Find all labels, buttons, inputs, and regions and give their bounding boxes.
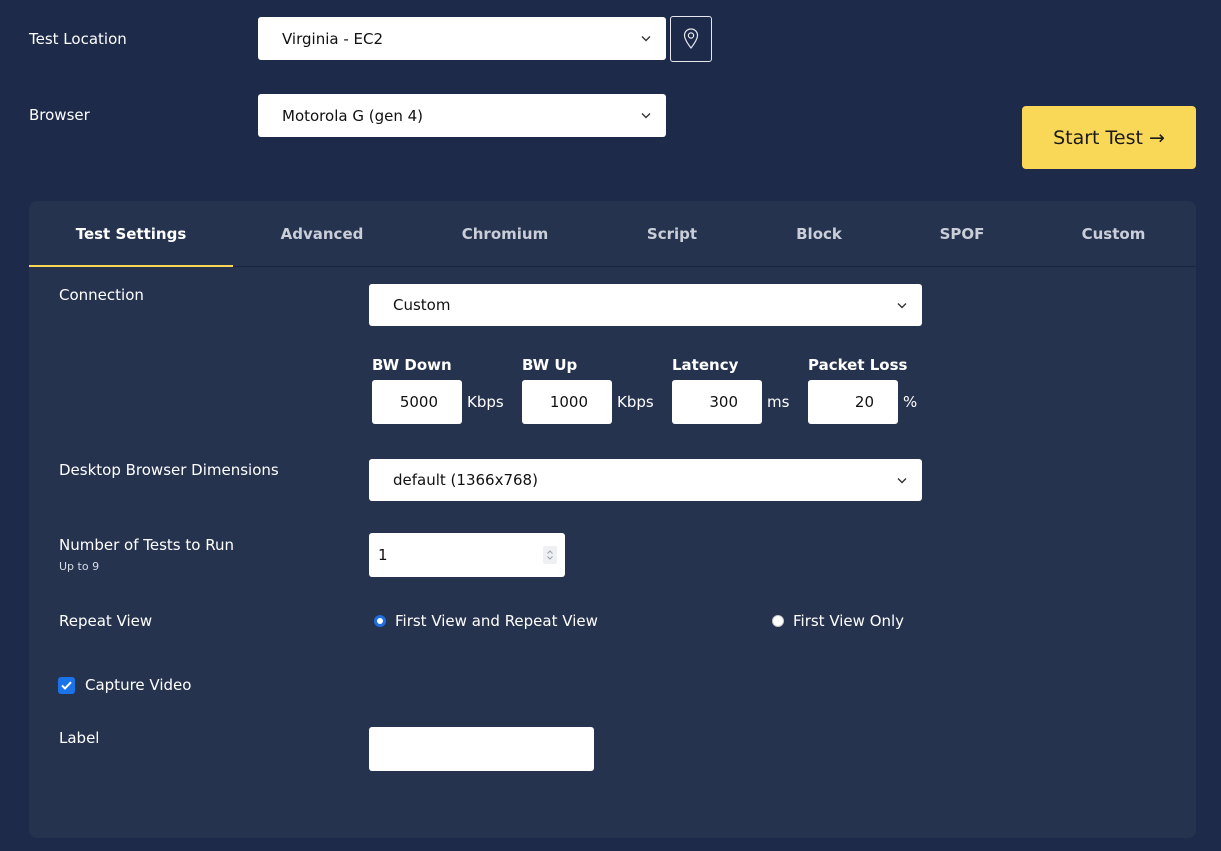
radio-first-and-repeat[interactable]: First View and Repeat View <box>374 612 598 630</box>
tab-block[interactable]: Block <box>745 201 893 266</box>
tab-chromium[interactable]: Chromium <box>411 201 599 266</box>
browser-label: Browser <box>29 106 90 124</box>
bw-up-input[interactable]: 1000 <box>522 380 612 424</box>
num-tests-sublabel: Up to 9 <box>59 560 100 573</box>
tab-custom[interactable]: Custom <box>1031 201 1196 266</box>
radio-first-only[interactable]: First View Only <box>772 612 904 630</box>
packet-loss-unit: % <box>903 393 918 411</box>
latency-input[interactable]: 300 <box>672 380 762 424</box>
chevron-down-icon <box>626 17 666 60</box>
test-location-label: Test Location <box>29 30 127 48</box>
browser-select[interactable]: Motorola G (gen 4) <box>258 94 666 137</box>
chevron-down-icon <box>626 94 666 137</box>
latency-header: Latency <box>672 356 739 374</box>
connection-select[interactable]: Custom <box>369 284 922 326</box>
capture-video-label: Capture Video <box>85 676 192 694</box>
dimensions-select[interactable]: default (1366x768) <box>369 459 922 501</box>
radio-first-and-repeat-label: First View and Repeat View <box>395 612 598 630</box>
latency-unit: ms <box>767 393 790 411</box>
spinner-icon[interactable] <box>543 546 557 564</box>
chevron-down-icon <box>882 459 922 501</box>
radio-unselected-icon[interactable] <box>772 615 784 627</box>
num-tests-input[interactable]: 1 <box>369 533 565 577</box>
dimensions-label: Desktop Browser Dimensions <box>59 461 279 479</box>
bw-down-header: BW Down <box>372 356 452 374</box>
bw-down-input[interactable]: 5000 <box>372 380 462 424</box>
start-test-button[interactable]: Start Test → <box>1022 106 1196 169</box>
repeat-view-label: Repeat View <box>59 612 153 630</box>
tab-script[interactable]: Script <box>599 201 745 266</box>
location-map-button[interactable] <box>670 16 712 62</box>
checkbox-checked-icon[interactable] <box>58 676 75 694</box>
test-location-value: Virginia - EC2 <box>282 29 384 48</box>
dimensions-value: default (1366x768) <box>393 471 538 489</box>
label-field-label: Label <box>59 729 100 747</box>
packet-loss-header: Packet Loss <box>808 356 908 374</box>
chevron-down-icon <box>882 284 922 326</box>
test-location-select[interactable]: Virginia - EC2 <box>258 17 666 60</box>
browser-value: Motorola G (gen 4) <box>282 106 423 125</box>
label-input[interactable] <box>369 727 594 771</box>
bw-up-header: BW Up <box>522 356 578 374</box>
tab-test-settings[interactable]: Test Settings <box>29 201 233 267</box>
connection-label: Connection <box>59 286 144 304</box>
connection-value: Custom <box>393 296 451 314</box>
capture-video-option[interactable]: Capture Video <box>58 676 191 694</box>
num-tests-label: Number of Tests to Run <box>59 536 234 554</box>
tab-spof[interactable]: SPOF <box>893 201 1031 266</box>
num-tests-value: 1 <box>378 546 388 564</box>
tab-advanced[interactable]: Advanced <box>233 201 411 266</box>
bw-down-unit: Kbps <box>467 393 504 411</box>
radio-selected-icon[interactable] <box>374 615 386 627</box>
tab-bar: Test Settings Advanced Chromium Script B… <box>29 201 1196 267</box>
bw-up-unit: Kbps <box>617 393 654 411</box>
radio-first-only-label: First View Only <box>793 612 905 630</box>
map-pin-icon <box>683 28 699 49</box>
packet-loss-input[interactable]: 20 <box>808 380 898 424</box>
